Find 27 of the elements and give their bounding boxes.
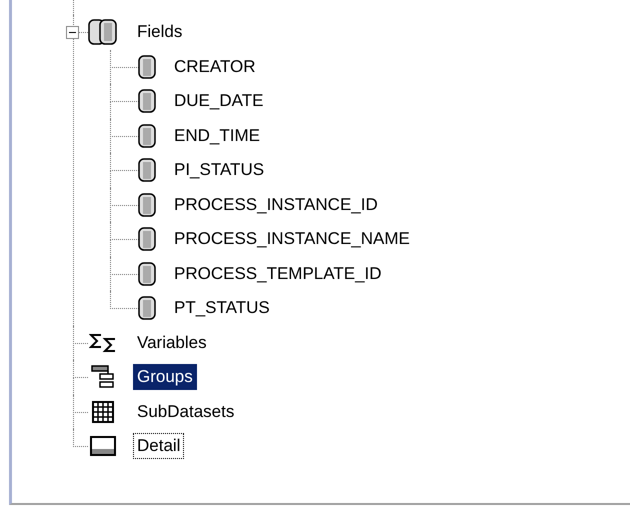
tree-item[interactable]: DUE_DATE (170, 88, 268, 114)
tree-item[interactable]: CREATOR (170, 54, 260, 80)
grid-icon (92, 400, 114, 423)
tree-item[interactable]: Variables (133, 330, 211, 356)
tree-item[interactable]: SubDatasets (133, 398, 238, 425)
cylinder-icon (138, 157, 156, 184)
group-bars-icon (91, 365, 115, 390)
cylinder-icon (138, 295, 156, 322)
cylinder-icon (138, 260, 156, 287)
tree-item[interactable]: Fields (133, 19, 186, 46)
tree-item[interactable]: END_TIME (170, 122, 264, 149)
band-icon (90, 436, 116, 456)
tree-item[interactable]: PROCESS_TEMPLATE_ID (170, 260, 386, 287)
cylinder-icon (138, 192, 156, 218)
cylinder-icon (138, 54, 156, 80)
tree-item[interactable]: PROCESS_INSTANCE_NAME (170, 226, 414, 252)
tree-item[interactable]: PROCESS_INSTANCE_ID (170, 192, 382, 218)
collapse-button[interactable] (66, 26, 79, 39)
tree-item[interactable]: PI_STATUS (170, 157, 268, 184)
cylinders-icon (88, 18, 118, 46)
cylinder-icon (138, 122, 156, 149)
cylinder-icon (138, 226, 156, 252)
cylinder-icon (138, 88, 156, 114)
tree-item[interactable]: Groups (133, 364, 197, 390)
tree-item[interactable]: PT_STATUS (170, 295, 274, 322)
sigma-icon (89, 332, 117, 353)
tree-item[interactable]: Detail (133, 433, 184, 460)
